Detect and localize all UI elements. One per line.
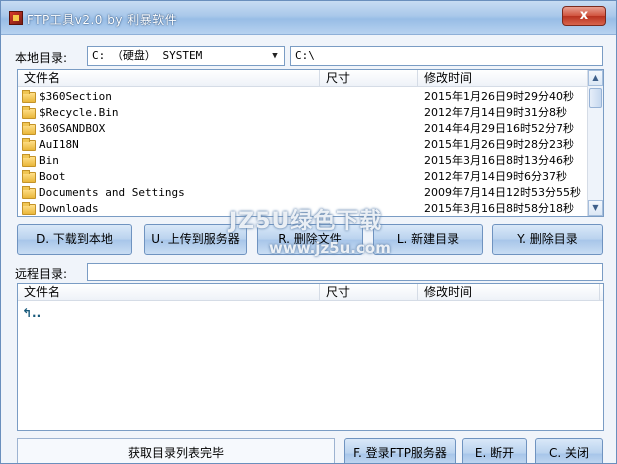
file-name: Documents and Settings [39,186,185,199]
list-item[interactable]: AuI18N 2015年1月26日9时28分23秒 [18,137,588,153]
disconnect-button[interactable]: E. 断开 [462,438,527,463]
file-time: 2009年7月14日12时53分55秒 [424,186,581,199]
local-file-list[interactable]: 文件名 尺寸 修改时间 $360Section 2015年1月26日9时29分4… [17,69,604,217]
folder-icon [22,154,36,167]
file-name: 360SANDBOX [39,122,106,135]
scroll-thumb[interactable] [589,88,602,108]
list-item[interactable]: $Recycle.Bin 2012年7月14日9时31分8秒 [18,105,588,121]
parent-dir-icon[interactable]: ↰.. [22,306,41,320]
delete-dir-button[interactable]: Y. 删除目录 [492,224,603,255]
file-time: 2015年3月16日8时58分18秒 [424,202,574,215]
chevron-down-icon[interactable]: ▼ [268,48,282,64]
local-list-header: 文件名 尺寸 修改时间 [18,70,588,87]
app-logo-icon [9,11,23,25]
list-item[interactable]: Boot 2012年7月14日9时6分37秒 [18,169,588,185]
login-ftp-button[interactable]: F. 登录FTP服务器 [344,438,456,463]
window-title: FTP工具v2.0 by 利暴软件 [27,13,178,27]
drive-select-value: C: （硬盘） SYSTEM [92,49,203,62]
remote-col-size[interactable]: 尺寸 [320,284,418,301]
list-item[interactable]: Downloads 2015年3月16日8时58分18秒 [18,201,588,216]
local-col-name[interactable]: 文件名 [18,70,320,87]
folder-icon [22,186,36,199]
folder-icon [22,90,36,103]
file-time: 2015年1月26日9时28分23秒 [424,138,574,151]
local-vertical-scrollbar[interactable]: ▲ ▼ [587,70,603,216]
folder-icon [22,138,36,151]
delete-file-button[interactable]: R. 删除文件 [257,224,363,255]
local-dir-label: 本地目录: [15,51,68,65]
scroll-up-icon[interactable]: ▲ [588,70,603,86]
file-name: $360Section [39,90,112,103]
folder-icon [22,170,36,183]
folder-icon [22,106,36,119]
list-item[interactable]: 360SANDBOX 2014年4月29日16时52分7秒 [18,121,588,137]
remote-list-header: 文件名 尺寸 修改时间 [18,284,603,301]
local-path-input[interactable]: C:\ [290,46,603,66]
ftp-tool-window: FTP工具v2.0 by 利暴软件 x 本地目录: C: （硬盘） SYSTEM… [0,0,617,464]
remote-path-input[interactable] [87,263,603,281]
folder-icon [22,202,36,215]
remote-dir-label: 远程目录: [15,267,68,281]
file-name: Bin [39,154,59,167]
title-bar[interactable]: FTP工具v2.0 by 利暴软件 x [1,1,616,35]
file-time: 2015年3月16日8时13分46秒 [424,154,574,167]
folder-icon [22,122,36,135]
file-name: $Recycle.Bin [39,106,119,119]
file-name: AuI18N [39,138,79,151]
local-col-time[interactable]: 修改时间 [418,70,588,87]
close-button[interactable]: C. 关闭 [535,438,603,463]
scroll-down-icon[interactable]: ▼ [588,200,603,216]
download-button[interactable]: D. 下载到本地 [17,224,132,255]
local-col-size[interactable]: 尺寸 [320,70,418,87]
new-dir-button[interactable]: L. 新建目录 [373,224,483,255]
upload-button[interactable]: U. 上传到服务器 [144,224,247,255]
file-time: 2012年7月14日9时6分37秒 [424,170,567,183]
file-name: Downloads [39,202,99,215]
window-close-button[interactable]: x [562,6,606,26]
remote-file-list[interactable]: 文件名 尺寸 修改时间 ↰.. [17,283,604,431]
remote-col-name[interactable]: 文件名 [18,284,320,301]
file-time: 2012年7月14日9时31分8秒 [424,106,567,119]
file-time: 2014年4月29日16时52分7秒 [424,122,574,135]
list-item[interactable]: Bin 2015年3月16日8时13分46秒 [18,153,588,169]
list-item[interactable]: Documents and Settings 2009年7月14日12时53分5… [18,185,588,201]
drive-select[interactable]: C: （硬盘） SYSTEM ▼ [87,46,285,66]
list-item[interactable]: $360Section 2015年1月26日9时29分40秒 [18,89,588,105]
remote-col-time[interactable]: 修改时间 [418,284,600,301]
file-time: 2015年1月26日9时29分40秒 [424,90,574,103]
file-name: Boot [39,170,66,183]
status-text: 获取目录列表完毕 [17,438,335,463]
